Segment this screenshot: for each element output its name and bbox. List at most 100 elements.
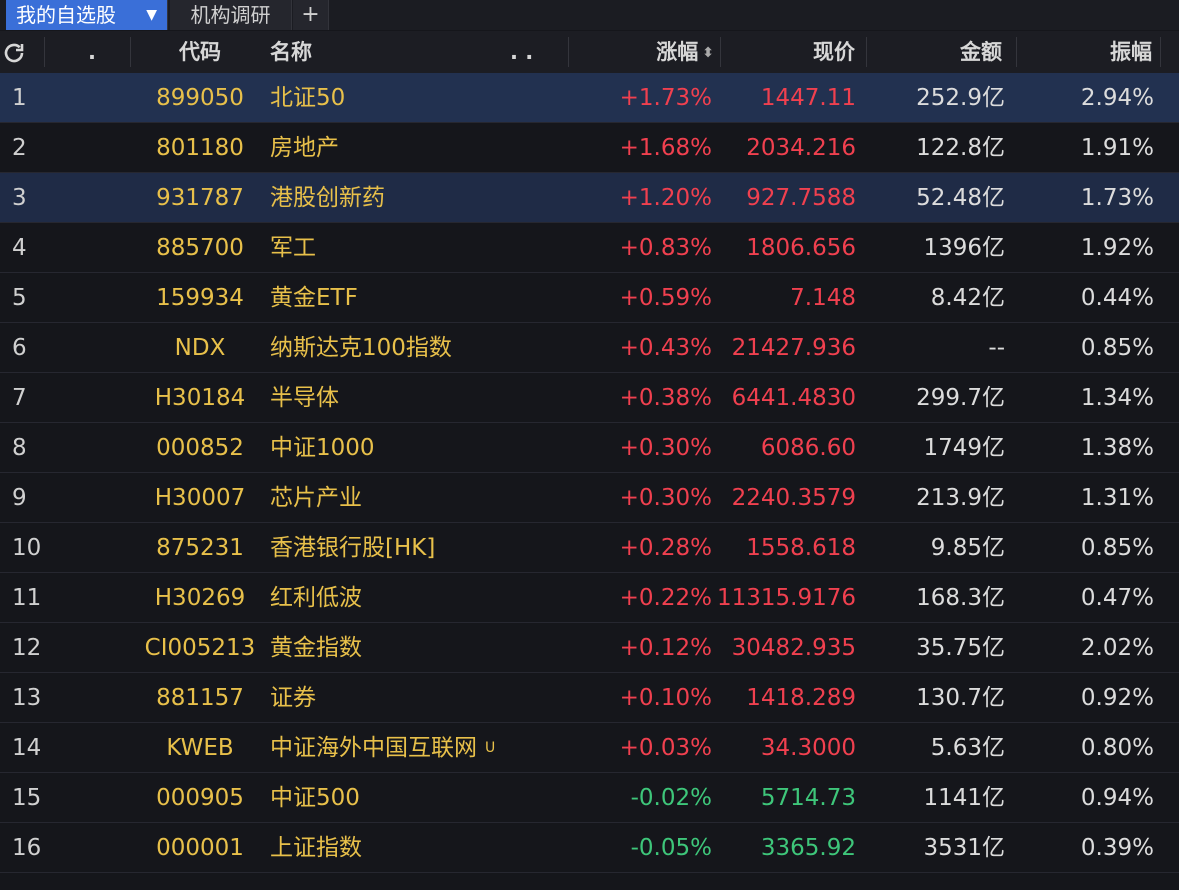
table-row[interactable]: 4 885700 军工 +0.83% 1806.656 1396亿 1.92% [0,223,1179,273]
row-code: H30007 [154,485,246,511]
row-index: 3 [12,185,27,211]
table-row[interactable]: 11 H30269 红利低波 +0.22% 11315.9176 168.3亿 … [0,573,1179,623]
table-row[interactable]: 10 875231 香港银行股[HK] +0.28% 1558.618 9.85… [0,523,1179,573]
row-index: 9 [12,485,27,511]
header-divider [866,37,867,67]
row-name-text: 房地产 [270,135,339,161]
row-amplitude: 1.73% [1080,185,1154,211]
tab-my-watchlist[interactable]: 我的自选股 ▼ [6,0,168,30]
row-code: NDX [174,335,226,361]
row-code: 000001 [156,835,244,861]
row-amount: 213.9亿 [916,485,1005,511]
row-amplitude: 2.94% [1080,85,1154,111]
row-index: 16 [12,835,42,861]
row-code: H30184 [154,385,246,411]
row-amount: -- [988,335,1005,361]
table-row[interactable]: 14 KWEB 中证海外中国互联网 U +0.03% 34.3000 5.63亿 … [0,723,1179,773]
table-row[interactable]: 5 159934 黄金ETF +0.59% 7.148 8.42亿 0.44% [0,273,1179,323]
row-name-text: 北证50 [270,85,346,111]
row-index: 10 [12,535,42,561]
row-name: 中证500 [270,773,570,823]
table-row[interactable]: 3 931787 港股创新药 +1.20% 927.7588 52.48亿 1.… [0,173,1179,223]
row-code: 000905 [156,785,244,811]
tab-institutional-research[interactable]: 机构调研 [170,0,292,30]
row-amount: 299.7亿 [916,385,1005,411]
table-row[interactable]: 2 801180 房地产 +1.68% 2034.216 122.8亿 1.91… [0,123,1179,173]
row-code: CI005213 [144,635,256,661]
row-code: H30269 [154,585,246,611]
row-price: 1418.289 [746,685,856,711]
tab-institutional-research-label: 机构调研 [190,3,271,27]
row-index: 12 [12,635,42,661]
plus-icon: + [301,2,320,27]
row-price: 2034.216 [746,135,856,161]
row-amplitude: 0.47% [1080,585,1154,611]
table-row[interactable]: 7 H30184 半导体 +0.38% 6441.4830 299.7亿 1.3… [0,373,1179,423]
header-divider [1016,37,1017,67]
row-name-text: 黄金指数 [270,635,362,661]
row-name-text: 中证500 [270,785,360,811]
table-row[interactable]: 1 899050 北证50 +1.73% 1447.11 252.9亿 2.94… [0,73,1179,123]
row-amount: 122.8亿 [916,135,1005,161]
header-amplitude[interactable]: 振幅 [1040,31,1152,73]
row-amplitude: 1.38% [1080,435,1154,461]
row-index: 15 [12,785,42,811]
header-divider [130,37,131,67]
table-row[interactable]: 15 000905 中证500 -0.02% 5714.73 1141亿 0.9… [0,773,1179,823]
row-price: 11315.9176 [716,585,856,611]
row-price: 927.7588 [746,185,856,211]
row-amplitude: 0.39% [1080,835,1154,861]
row-index: 1 [12,85,27,111]
header-amount[interactable]: 金额 [890,31,1002,73]
row-index: 2 [12,135,27,161]
header-divider [44,37,45,67]
add-tab-button[interactable]: + [293,0,329,30]
row-index: 5 [12,285,27,311]
row-name-text: 港股创新药 [270,185,385,211]
row-amount: 1141亿 [923,785,1005,811]
header-divider [568,37,569,67]
row-code: 899050 [156,85,244,111]
row-change: +0.43% [619,335,712,361]
table-row[interactable]: 16 000001 上证指数 -0.05% 3365.92 3531亿 0.39… [0,823,1179,873]
chevron-down-icon[interactable]: ▼ [146,0,157,30]
row-price: 1558.618 [746,535,856,561]
row-amount: 1749亿 [923,435,1005,461]
row-price: 2240.3579 [731,485,856,511]
row-amount: 5.63亿 [930,735,1005,761]
row-amount: 35.75亿 [916,635,1005,661]
row-amplitude: 1.34% [1080,385,1154,411]
row-name-text: 纳斯达克100指数 [270,335,452,361]
table-row[interactable]: 13 881157 证券 +0.10% 1418.289 130.7亿 0.92… [0,673,1179,723]
row-name-text: 香港银行股[HK] [270,535,436,561]
refresh-icon[interactable] [0,31,28,73]
row-amount: 168.3亿 [916,585,1005,611]
tab-bar: 我的自选股 ▼ 机构调研 + [0,0,1179,30]
row-name-text: 黄金ETF [270,285,358,311]
row-index: 7 [12,385,27,411]
table-row[interactable]: 9 H30007 芯片产业 +0.30% 2240.3579 213.9亿 1.… [0,473,1179,523]
row-change: +0.12% [619,635,712,661]
header-divider [1160,37,1161,67]
header-name[interactable]: 名称 [270,31,370,73]
row-amplitude: 0.92% [1080,685,1154,711]
row-index: 6 [12,335,27,361]
table-row[interactable]: 12 CI005213 黄金指数 +0.12% 30482.935 35.75亿… [0,623,1179,673]
header-code[interactable]: 代码 [170,31,230,73]
header-price[interactable]: 现价 [740,31,855,73]
row-name: 北证50 [270,73,570,123]
table-row[interactable]: 8 000852 中证1000 +0.30% 6086.60 1749亿 1.3… [0,423,1179,473]
header-change[interactable]: 涨幅 ⬍ [590,31,714,73]
row-index: 14 [12,735,42,761]
sort-icon[interactable]: ⬍ [702,45,714,61]
header-name-options[interactable]: . . [510,31,560,73]
row-change: +0.28% [619,535,712,561]
row-name: 军工 [270,223,570,273]
row-price: 6441.4830 [731,385,856,411]
row-change: +0.59% [619,285,712,311]
row-price: 5714.73 [760,785,856,811]
header-column-menu[interactable]: . [86,31,98,73]
table-row[interactable]: 6 NDX 纳斯达克100指数 +0.43% 21427.936 -- 0.85… [0,323,1179,373]
row-change: +0.38% [619,385,712,411]
row-amplitude: 2.02% [1080,635,1154,661]
